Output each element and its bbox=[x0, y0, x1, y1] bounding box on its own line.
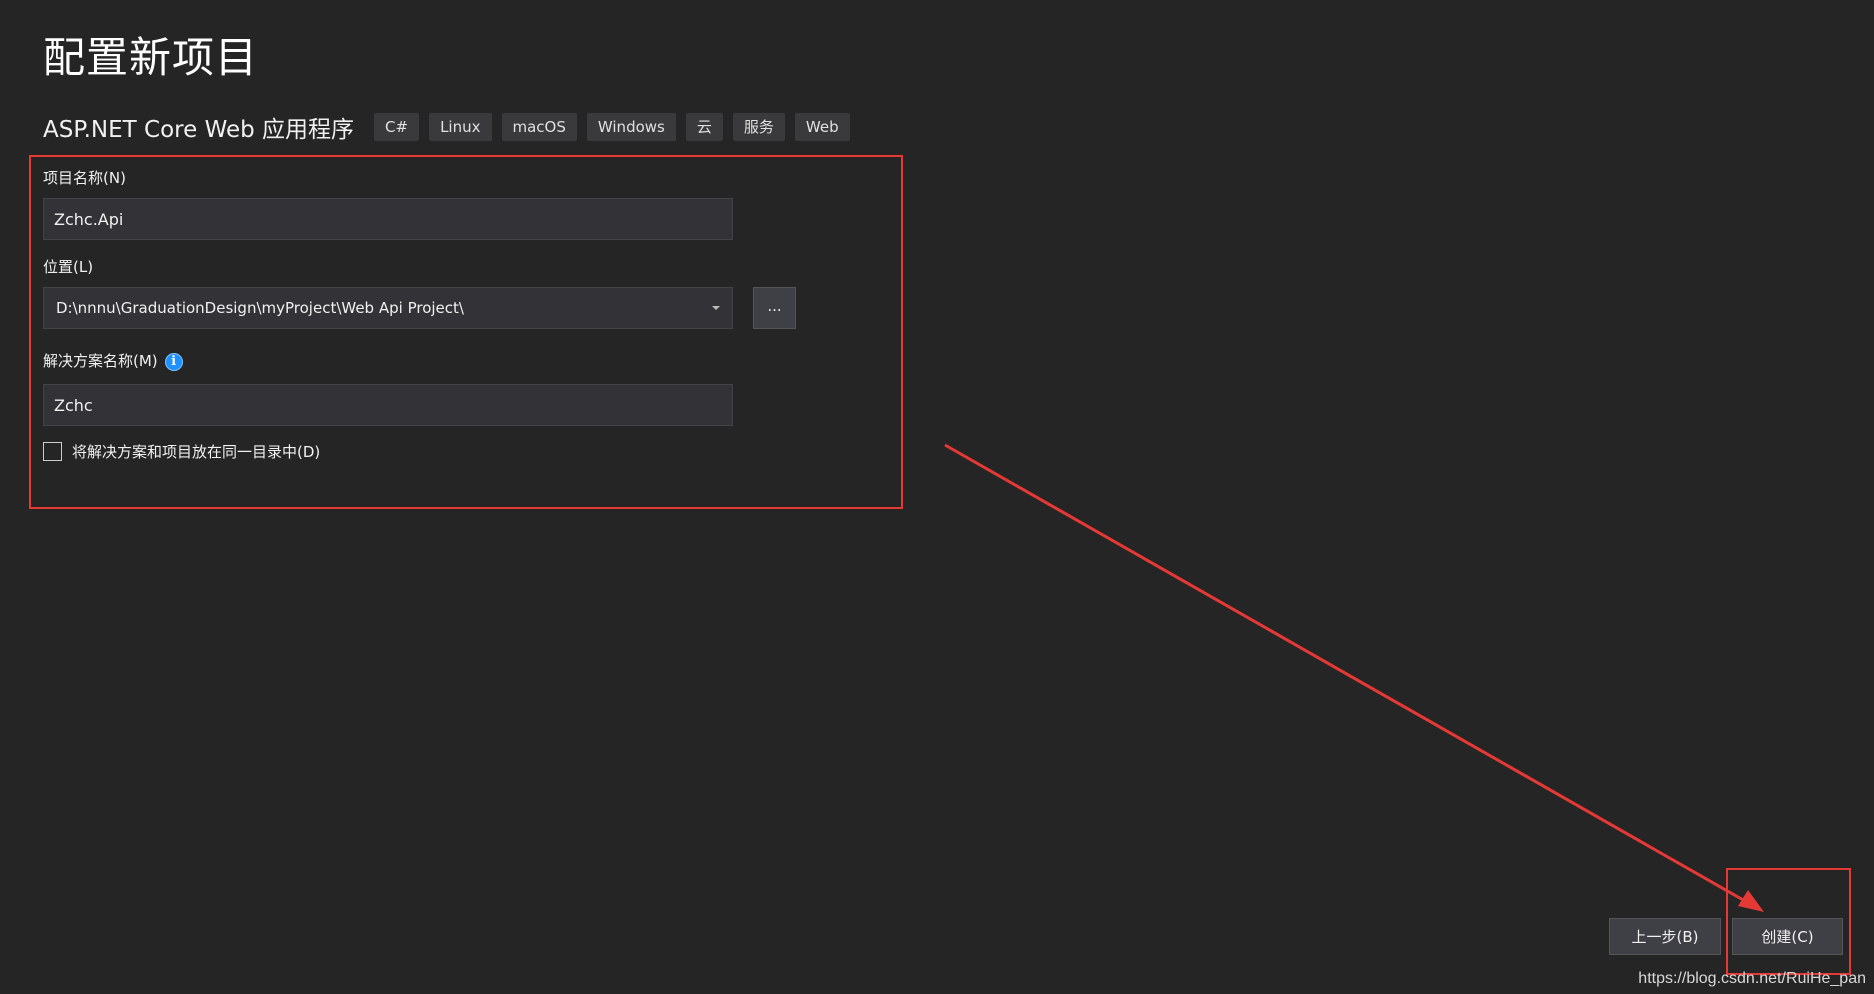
location-select[interactable]: D:\nnnu\GraduationDesign\myProject\Web A… bbox=[43, 287, 733, 329]
same-directory-label: 将解决方案和项目放在同一目录中(D) bbox=[72, 443, 321, 461]
page-title: 配置新项目 bbox=[43, 33, 259, 82]
project-name-label: 项目名称(N) bbox=[43, 169, 126, 187]
same-directory-option[interactable]: 将解决方案和项目放在同一目录中(D) bbox=[43, 441, 320, 462]
tag-csharp: C# bbox=[374, 113, 420, 141]
solution-name-input[interactable] bbox=[43, 384, 733, 426]
tag-service: 服务 bbox=[732, 113, 785, 141]
tag-linux: Linux bbox=[429, 113, 492, 141]
solution-name-label-row: 解决方案名称(M) i bbox=[43, 350, 183, 371]
tag-windows: Windows bbox=[586, 113, 676, 141]
same-directory-checkbox[interactable] bbox=[43, 442, 62, 461]
browse-button[interactable]: ... bbox=[753, 287, 796, 329]
create-button[interactable]: 创建(C) bbox=[1732, 918, 1843, 955]
annotation-arrow bbox=[944, 443, 1764, 912]
annotation-arrow-head bbox=[1738, 890, 1764, 912]
watermark: https://blog.csdn.net/RuiHe_pan bbox=[1638, 970, 1866, 987]
template-name: ASP.NET Core Web 应用程序 bbox=[43, 117, 355, 143]
tag-web: Web bbox=[794, 113, 850, 141]
solution-name-label: 解决方案名称(M) bbox=[43, 352, 158, 370]
location-label: 位置(L) bbox=[43, 258, 94, 276]
back-button[interactable]: 上一步(B) bbox=[1609, 918, 1721, 955]
info-icon[interactable]: i bbox=[164, 352, 183, 371]
location-value: D:\nnnu\GraduationDesign\myProject\Web A… bbox=[56, 299, 464, 317]
tag-macos: macOS bbox=[501, 113, 577, 141]
chevron-down-icon bbox=[712, 306, 720, 310]
project-name-input[interactable] bbox=[43, 198, 733, 240]
template-info: ASP.NET Core Web 应用程序 C# Linux macOS Win… bbox=[43, 110, 860, 144]
annotation-arrow-line bbox=[944, 443, 1753, 907]
tag-cloud: 云 bbox=[685, 113, 723, 141]
